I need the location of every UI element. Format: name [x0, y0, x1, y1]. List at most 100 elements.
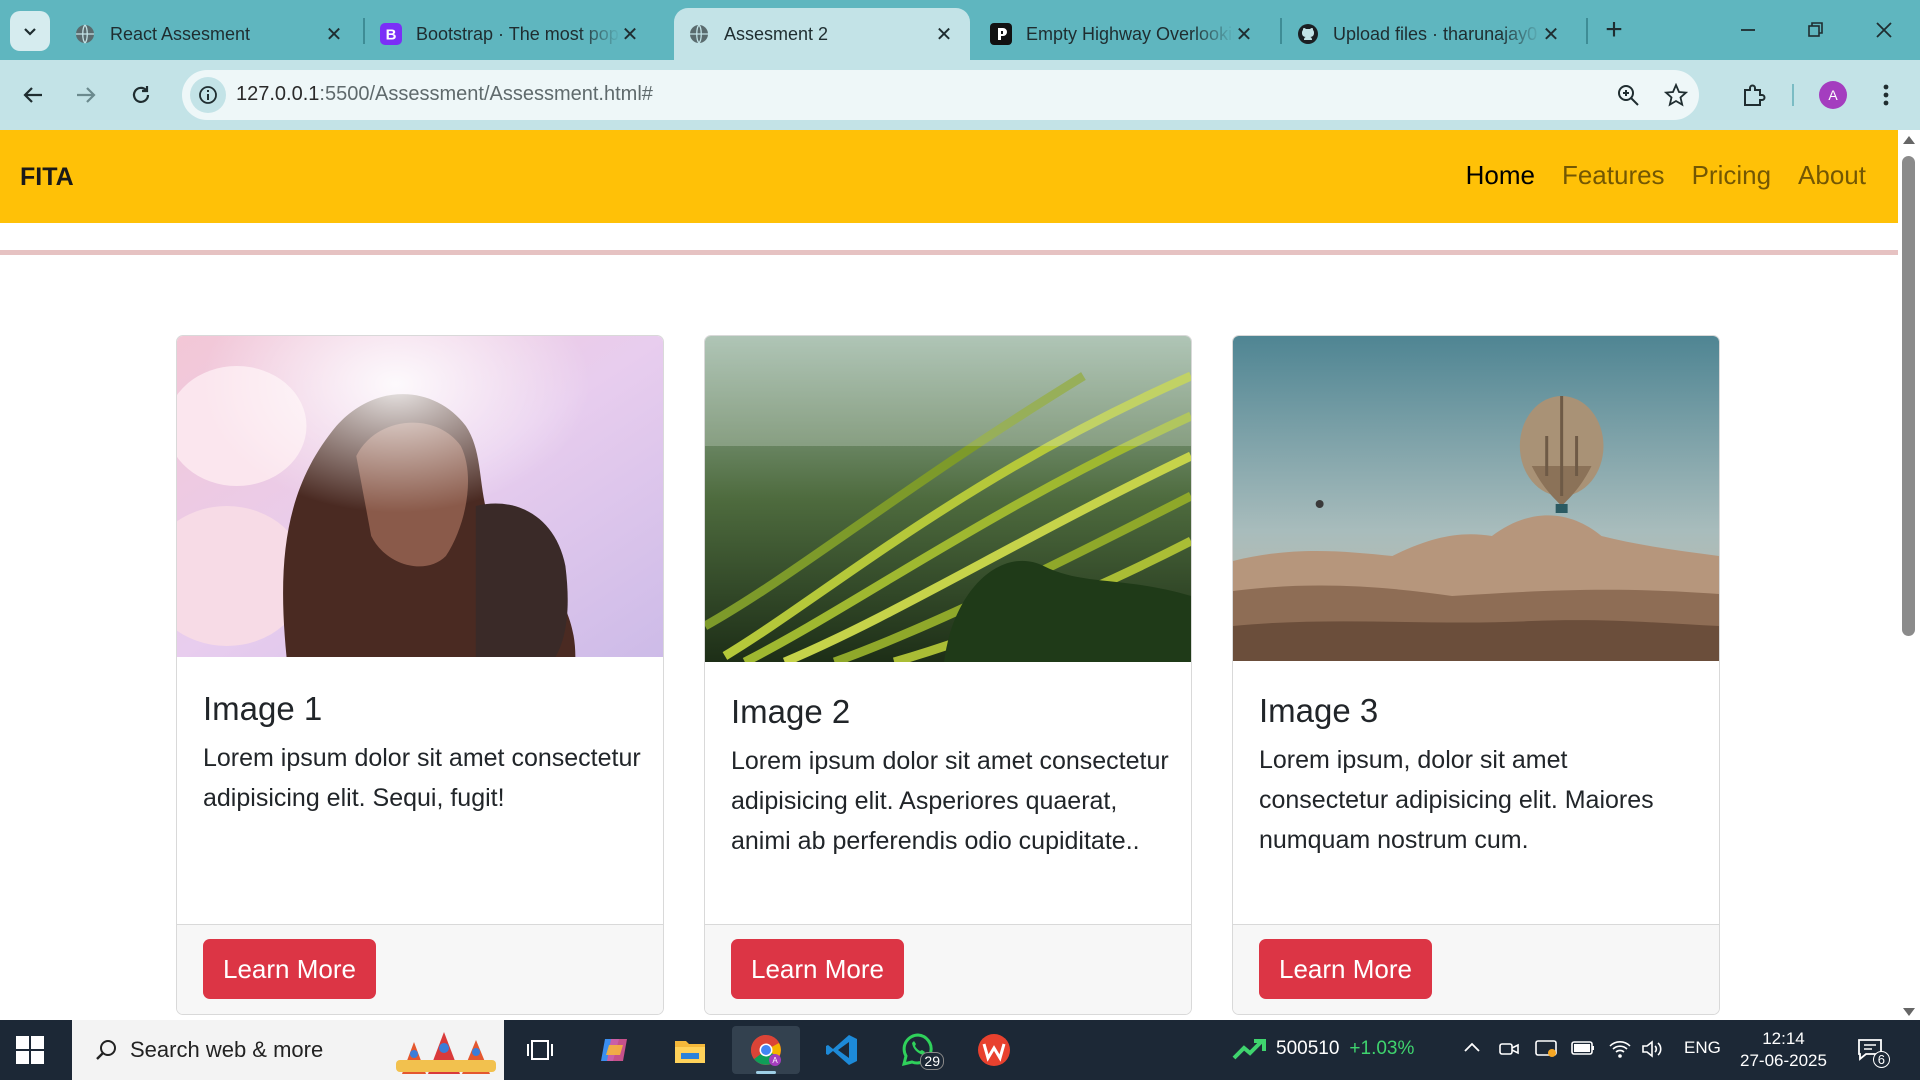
vscode-icon: [826, 1035, 857, 1065]
tab-title: Upload files · tharunajay0: [1333, 23, 1538, 44]
copilot-icon: [601, 1039, 627, 1061]
url-host: 127.0.0.1: [236, 83, 320, 105]
scroll-up-arrow-icon[interactable]: [1903, 136, 1915, 144]
taskbar-search[interactable]: Search web & more: [72, 1020, 504, 1080]
card-title: Image 1: [203, 690, 323, 727]
nav-home[interactable]: Home: [1466, 160, 1535, 191]
tab-separator: [363, 18, 365, 44]
tab-strip: React Assesment ✕ B Bootstrap · The most…: [0, 0, 1920, 60]
tab-search-button[interactable]: [10, 11, 50, 51]
tray-chevron-up-icon[interactable]: [1462, 1038, 1482, 1063]
forward-button[interactable]: [66, 75, 106, 115]
nav-pricing[interactable]: Pricing: [1692, 160, 1771, 191]
nav-links: Home Features Pricing About: [1466, 160, 1866, 191]
copilot-button[interactable]: [580, 1026, 648, 1074]
card-footer: Learn More: [1233, 924, 1719, 1014]
close-icon: [1876, 22, 1892, 38]
learn-more-button[interactable]: Learn More: [1259, 939, 1432, 999]
close-icon[interactable]: ✕: [324, 22, 344, 47]
card-image-3: Image 3 Lorem ipsum, dolor sit amet cons…: [1232, 335, 1720, 1015]
language-indicator[interactable]: ENG: [1684, 1038, 1721, 1058]
notification-center-icon[interactable]: 6: [1856, 1036, 1890, 1068]
minimize-button[interactable]: [1720, 8, 1776, 52]
card-title: Image 2: [731, 693, 851, 730]
tab-empty-highway[interactable]: Empty Highway Overlooking Mountains ✕: [976, 8, 1270, 60]
puzzle-icon: [1744, 84, 1766, 106]
back-button[interactable]: [13, 75, 53, 115]
learn-more-button[interactable]: Learn More: [731, 939, 904, 999]
profile-button[interactable]: A: [1813, 75, 1853, 115]
battery-icon[interactable]: [1570, 1038, 1596, 1063]
card-footer: Learn More: [177, 924, 663, 1014]
vertical-scrollbar[interactable]: [1898, 130, 1920, 1020]
minimize-icon: [1741, 29, 1755, 31]
arrow-right-icon: [77, 87, 96, 103]
tab-upload-files[interactable]: Upload files · tharunajay0 ✕: [1283, 8, 1577, 60]
search-highlight-image-icon: [396, 1032, 496, 1074]
horizontal-rule: [0, 250, 1898, 255]
card-title: Image 3: [1259, 692, 1379, 729]
svg-text:B: B: [386, 27, 397, 44]
clock-date: 27-06-2025: [1740, 1051, 1827, 1070]
brand-logo[interactable]: FITA: [20, 163, 74, 192]
tab-assesment-2[interactable]: Assesment 2 ✕: [674, 8, 970, 60]
url-path: :5500/Assessment/Assessment.html#: [319, 83, 653, 105]
site-info-button[interactable]: [190, 77, 226, 113]
card-text: Lorem ipsum dolor sit amet consectetur a…: [731, 747, 1169, 855]
windows-start-icon[interactable]: [16, 1036, 44, 1064]
tab-react-assesment[interactable]: React Assesment ✕: [60, 8, 360, 60]
stock-value: 500510: [1276, 1038, 1340, 1059]
tab-title: Empty Highway Overlooking Mountains: [1026, 23, 1234, 44]
nav-features[interactable]: Features: [1562, 160, 1665, 191]
nav-about[interactable]: About: [1798, 160, 1866, 191]
tab-title: React Assesment: [110, 23, 251, 44]
site-navbar: FITA Home Features Pricing About: [0, 130, 1898, 223]
restore-icon: [1808, 22, 1823, 37]
menu-button[interactable]: [1866, 75, 1906, 115]
volume-icon[interactable]: [1640, 1038, 1664, 1065]
bookmark-button[interactable]: [1662, 81, 1690, 109]
stock-widget[interactable]: 500510 +1.03%: [1232, 1038, 1414, 1060]
wifi-icon[interactable]: [1608, 1038, 1632, 1065]
close-window-button[interactable]: [1856, 8, 1912, 52]
system-clock[interactable]: 12:14 27-06-2025: [1740, 1028, 1827, 1072]
close-icon[interactable]: ✕: [620, 22, 640, 47]
close-icon[interactable]: ✕: [934, 22, 954, 47]
card-text: Lorem ipsum, dolor sit amet consectetur …: [1259, 746, 1654, 854]
close-icon[interactable]: ✕: [1234, 22, 1254, 47]
taskbar: Search web & more A 29 500510 +1.03% ENG…: [0, 1020, 1920, 1080]
file-explorer-button[interactable]: [656, 1026, 724, 1074]
avatar: A: [1819, 81, 1847, 109]
new-tab-button[interactable]: +: [1598, 13, 1630, 46]
scroll-down-arrow-icon[interactable]: [1903, 1008, 1915, 1016]
arrow-left-icon: [23, 87, 42, 103]
address-bar[interactable]: 127.0.0.1:5500/Assessment/Assessment.htm…: [182, 70, 1699, 120]
restore-button[interactable]: [1788, 8, 1844, 52]
card-image-1: Image 1 Lorem ipsum dolor sit amet conse…: [176, 335, 664, 1015]
wps-office-button[interactable]: [960, 1026, 1028, 1074]
learn-more-button[interactable]: Learn More: [203, 939, 376, 999]
task-view-button[interactable]: [506, 1026, 574, 1074]
vscode-button[interactable]: [808, 1026, 876, 1074]
page-viewport: FITA Home Features Pricing About Image 1…: [0, 130, 1898, 1020]
whatsapp-button[interactable]: 29: [884, 1026, 952, 1074]
tab-bootstrap[interactable]: B Bootstrap · The most popular HTML, CSS…: [366, 8, 656, 60]
extensions-button[interactable]: [1734, 75, 1774, 115]
tab-separator: [1280, 18, 1282, 44]
reload-button[interactable]: [121, 75, 161, 115]
display-icon[interactable]: [1534, 1038, 1558, 1065]
bootstrap-icon: B: [380, 23, 402, 45]
tab-title: Bootstrap · The most popular HTML, CSS, …: [416, 23, 620, 44]
meet-now-icon[interactable]: [1498, 1038, 1520, 1065]
search-icon: [96, 1040, 116, 1060]
notification-badge: 29: [920, 1052, 944, 1070]
task-view-icon: [527, 1040, 553, 1060]
stock-change: +1.03%: [1349, 1038, 1415, 1059]
pexels-icon: [990, 23, 1012, 45]
close-icon[interactable]: ✕: [1541, 22, 1561, 47]
chrome-taskbar-button[interactable]: A: [732, 1026, 800, 1074]
zoom-button[interactable]: [1614, 81, 1642, 109]
scroll-thumb[interactable]: [1902, 156, 1915, 636]
url-text: 127.0.0.1:5500/Assessment/Assessment.htm…: [236, 83, 653, 106]
tab-title: Assesment 2: [724, 23, 829, 44]
